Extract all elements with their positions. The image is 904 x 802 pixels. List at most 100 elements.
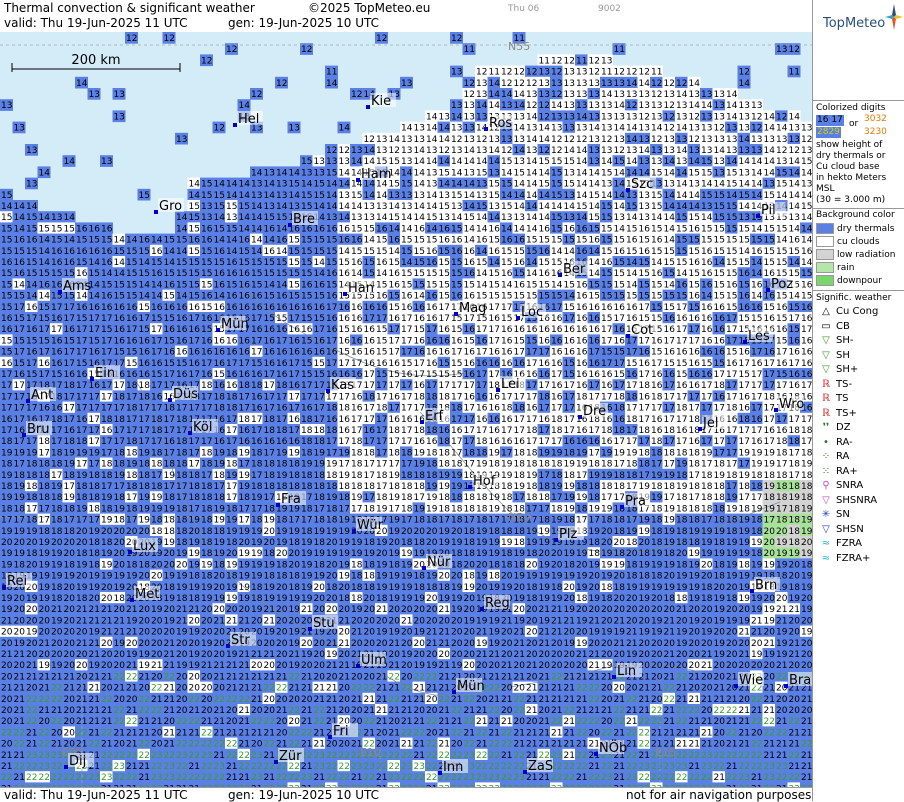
svg-text:17: 17 (189, 314, 200, 324)
svg-text:17: 17 (76, 392, 87, 402)
weather-legend-item: ⁙ RA+ (816, 466, 858, 480)
svg-text:20: 20 (76, 527, 88, 537)
city-label: Rei (7, 574, 27, 589)
svg-text:20: 20 (14, 594, 26, 604)
svg-text:19: 19 (39, 549, 51, 559)
svg-text:21: 21 (51, 605, 62, 615)
weather-map[interactable]: 1315141515151516151515151616151516171717… (0, 32, 812, 787)
weather-symbol-icon: ▭ (816, 321, 836, 332)
svg-text:21: 21 (151, 695, 162, 705)
svg-text:18: 18 (176, 538, 188, 548)
signif-title: Signific. weather (816, 293, 891, 304)
svg-text:22: 22 (176, 762, 187, 772)
svg-text:19: 19 (1, 549, 13, 559)
svg-text:18: 18 (51, 460, 63, 470)
city-label: Mün (457, 679, 485, 694)
legend-sidebar: TopMeteo Colorized digits 16 17 or 3032 … (812, 0, 904, 801)
svg-text:16: 16 (201, 370, 213, 380)
svg-text:17: 17 (26, 404, 37, 414)
svg-text:18: 18 (189, 572, 201, 582)
svg-text:18: 18 (89, 560, 101, 570)
city-marker (352, 529, 356, 533)
city-label: Nür (427, 555, 451, 570)
weather-legend-label: FZRA (836, 538, 862, 549)
svg-text:21: 21 (14, 650, 25, 660)
svg-text:17: 17 (114, 381, 125, 391)
svg-text:16: 16 (64, 370, 76, 380)
svg-text:16: 16 (101, 426, 113, 436)
svg-text:15: 15 (189, 213, 200, 223)
svg-text:21: 21 (164, 684, 175, 694)
svg-text:19: 19 (114, 572, 126, 582)
svg-text:16: 16 (89, 224, 101, 234)
svg-text:23: 23 (39, 751, 50, 761)
svg-text:19: 19 (114, 583, 126, 593)
svg-text:15: 15 (14, 314, 25, 324)
svg-text:15: 15 (1, 236, 12, 246)
svg-text:20: 20 (1, 706, 13, 716)
svg-text:20: 20 (139, 605, 151, 615)
svg-text:19: 19 (26, 594, 38, 604)
svg-text:17: 17 (114, 426, 125, 436)
legend-swatch (816, 223, 834, 234)
svg-text:17: 17 (101, 348, 112, 358)
svg-text:21: 21 (89, 605, 100, 615)
svg-text:19: 19 (1, 493, 13, 503)
svg-text:15: 15 (214, 191, 225, 201)
svg-text:19: 19 (201, 583, 213, 593)
svg-text:14: 14 (176, 224, 188, 234)
svg-text:17: 17 (51, 471, 62, 481)
svg-text:17: 17 (89, 437, 100, 447)
svg-text:19: 19 (189, 628, 201, 638)
svg-text:22: 22 (189, 717, 200, 727)
weather-legend-label: SH- (836, 335, 853, 346)
svg-text:18: 18 (39, 527, 51, 537)
svg-text:19: 19 (1, 448, 13, 458)
svg-text:15: 15 (189, 280, 200, 290)
svg-text:16: 16 (14, 269, 26, 279)
city-marker (523, 770, 527, 774)
svg-text:19: 19 (176, 661, 188, 671)
svg-text:21: 21 (26, 728, 37, 738)
weather-symbol-icon: ▽ (816, 335, 836, 346)
svg-text:20: 20 (39, 628, 51, 638)
svg-text:14: 14 (14, 202, 26, 212)
svg-text:23: 23 (151, 751, 162, 761)
svg-text:18: 18 (151, 415, 163, 425)
city-label: Str (231, 633, 250, 648)
svg-text:18: 18 (51, 448, 63, 458)
city-marker (366, 105, 370, 109)
svg-text:14: 14 (39, 168, 51, 178)
svg-text:20: 20 (1, 695, 13, 705)
svg-text:15: 15 (201, 191, 212, 201)
svg-text:15: 15 (126, 292, 137, 302)
svg-text:19: 19 (114, 471, 126, 481)
city-label: Poz (771, 277, 793, 292)
svg-text:13: 13 (114, 90, 125, 100)
svg-text:14: 14 (39, 236, 51, 246)
svg-text:22: 22 (51, 717, 62, 727)
svg-text:22: 22 (176, 740, 187, 750)
svg-text:17: 17 (114, 437, 125, 447)
svg-text:20: 20 (39, 650, 51, 660)
svg-text:21: 21 (76, 695, 87, 705)
svg-text:14: 14 (26, 202, 38, 212)
svg-text:18: 18 (39, 437, 51, 447)
svg-text:18: 18 (76, 493, 88, 503)
svg-text:18: 18 (89, 549, 101, 559)
svg-text:15: 15 (126, 348, 137, 358)
svg-text:18: 18 (89, 471, 101, 481)
legend-swatch (816, 236, 834, 247)
svg-text:19: 19 (151, 493, 163, 503)
city-marker (22, 433, 26, 437)
svg-text:15: 15 (26, 213, 37, 223)
svg-text:15: 15 (189, 258, 200, 268)
svg-text:18: 18 (51, 516, 63, 526)
svg-text:20: 20 (201, 695, 213, 705)
svg-text:18: 18 (189, 482, 201, 492)
svg-text:15: 15 (76, 314, 87, 324)
svg-text:16: 16 (126, 370, 138, 380)
weather-legend-item: ℝ TS (816, 393, 848, 407)
svg-text:15: 15 (214, 202, 225, 212)
map-area[interactable]: 13 15 14 15 15 15 15 16 15 15 15 15 16 16 15 15 16 17 17 17… (0, 32, 812, 787)
